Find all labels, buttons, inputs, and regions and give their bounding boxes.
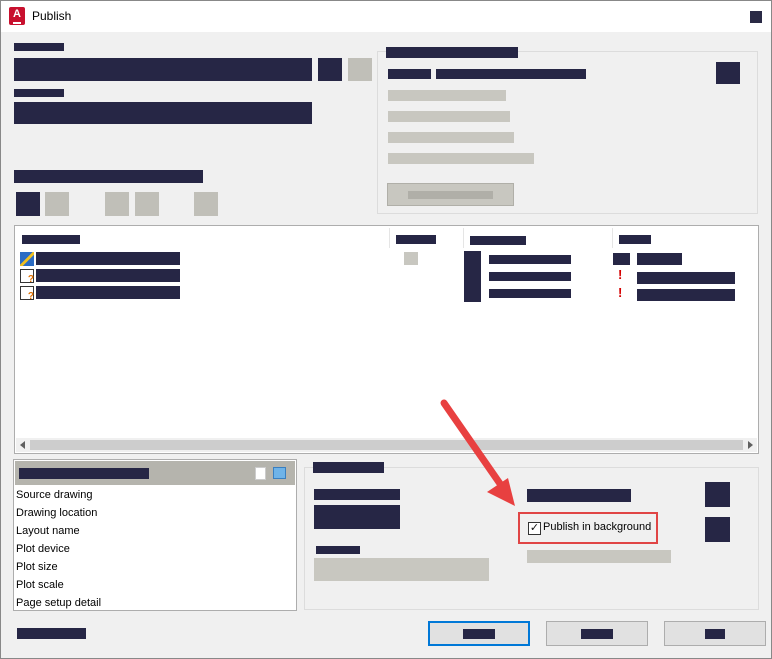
output-options-button[interactable] [387,183,514,206]
3d-dwf-checkbox[interactable] [404,252,418,265]
detail-plot-size: Plot size [16,561,58,573]
move-up-button[interactable] [105,192,129,216]
warning-icon: ! [618,285,623,300]
precision-label [316,546,360,554]
output-option-4 [388,153,534,164]
page-setup-value [489,255,571,264]
table-row[interactable] [36,252,180,265]
sheet-missing-icon: ? [20,269,34,285]
publish-options-title [313,462,384,473]
column-header-status[interactable] [619,235,651,244]
status-text [637,289,735,301]
help-button-label [705,628,725,639]
detail-layout-name: Layout name [16,525,80,537]
automatically-load-checkbox[interactable] [14,170,203,183]
plot-stamp-settings-button[interactable] [705,482,730,507]
scrollbar-thumb[interactable] [30,440,743,450]
status-text [637,253,682,265]
sheet-details-header [15,461,295,485]
status-ok-icon [613,253,630,265]
page-setup-value [489,272,571,281]
sheet-list-label [14,43,64,51]
browse-folder-button[interactable] [716,62,740,84]
status-text [637,272,735,284]
preview-image-icon[interactable] [273,467,286,479]
page-setup-dropdown[interactable] [464,251,481,302]
sheet-details-title [19,468,149,479]
precision-select[interactable] [314,558,489,581]
detail-plot-device: Plot device [16,543,70,555]
move-down-button[interactable] [135,192,159,216]
app-logo-icon: A [9,7,25,25]
sheet-missing-icon: ? [20,286,34,302]
window-title: Publish [32,9,72,23]
publish-button[interactable] [428,621,530,646]
title-bar: A Publish [1,1,771,32]
load-sheet-list-button[interactable] [318,58,342,81]
publish-to-select[interactable] [14,102,312,124]
output-option-3 [388,132,514,143]
details-view-icon[interactable] [255,467,266,480]
sheet-details-panel: Source drawing Drawing location Layout n… [13,459,297,611]
cancel-button[interactable] [546,621,648,646]
disabled-option [527,550,671,563]
page-setup-value [489,289,571,298]
hide-details-link[interactable] [17,628,86,639]
output-option-1 [388,90,506,101]
publish-button-label [463,628,495,639]
add-sheets-button[interactable] [16,192,40,216]
publish-dialog: A Publish ? ! ? ! Source drawing Drawing… [0,0,772,659]
cancel-button-label [581,628,613,639]
remove-sheets-button[interactable] [45,192,69,216]
table-row[interactable] [36,269,180,282]
publish-output-title [386,47,518,58]
detail-page-setup: Page setup detail [16,597,102,609]
output-option-2 [388,111,510,122]
warning-icon: ! [618,267,623,282]
copies-input[interactable] [314,505,400,529]
detail-plot-scale: Plot scale [16,579,64,591]
sheet-list-table[interactable]: ? ! ? ! [14,225,759,454]
output-folder-value [436,69,586,79]
include-plot-stamp-checkbox[interactable] [527,489,631,502]
preview-button[interactable] [194,192,218,216]
scroll-left-icon[interactable] [20,441,25,449]
publish-to-label [14,89,64,97]
column-header-page-setup[interactable] [470,236,526,245]
detail-source-drawing: Source drawing [16,489,93,501]
publish-options-button[interactable] [705,517,730,542]
save-sheet-list-button[interactable] [348,58,372,81]
scroll-right-icon[interactable] [748,441,753,449]
horizontal-scrollbar[interactable] [16,438,757,452]
publish-background-label[interactable]: Publish in background [543,521,651,533]
copies-label [314,489,400,500]
sheet-list-select[interactable] [14,58,312,81]
sheet-ok-icon [20,252,34,266]
help-button[interactable] [664,621,766,646]
detail-drawing-location: Drawing location [16,507,98,519]
window-close-icon[interactable] [750,11,762,23]
publish-background-highlight: ✓ Publish in background [518,512,658,544]
column-header-3d-dwf[interactable] [396,235,436,244]
publish-background-checkbox[interactable]: ✓ [528,522,541,535]
output-folder-label [388,69,431,79]
column-header-sheet-name[interactable] [22,235,80,244]
table-row[interactable] [36,286,180,299]
